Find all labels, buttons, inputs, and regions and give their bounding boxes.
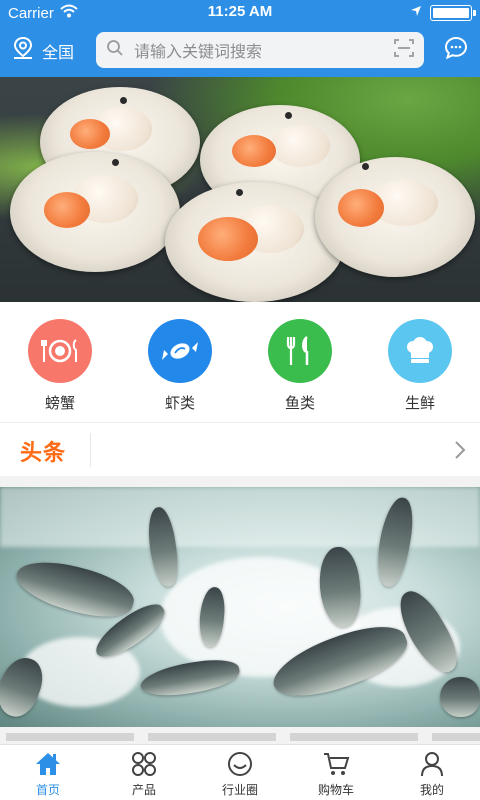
category-label: 生鲜 (404, 395, 435, 412)
app-screen: Carrier 11:25 AM 全国 请输入关键词搜索 螃蟹 虾类 鱼类 生鲜… (0, 0, 480, 800)
tab-label: 我的 (419, 783, 444, 797)
search-placeholder: 请输入关键词搜索 (134, 44, 263, 61)
category-label: 螃蟹 (44, 395, 75, 412)
category-fresh[interactable]: 生鲜 (360, 302, 480, 422)
tab-label: 行业圈 (221, 783, 258, 797)
status-bar: Carrier 11:25 AM (0, 0, 480, 24)
tab-cart[interactable]: 购物车 (288, 745, 384, 800)
location-label: 全国 (42, 44, 75, 62)
battery-icon (430, 4, 476, 21)
status-time: 11:25 AM (207, 3, 273, 20)
status-right (410, 4, 476, 21)
headline-title: 头条 (20, 440, 67, 465)
chevron-right-icon[interactable] (454, 440, 466, 465)
headline-row[interactable]: 头条 (0, 422, 480, 476)
scan-icon[interactable] (394, 38, 414, 62)
user-icon (418, 751, 446, 782)
fork-knife-icon (268, 319, 332, 383)
map-pin-icon (12, 36, 34, 65)
chef-hat-icon (388, 319, 452, 383)
home-icon (34, 751, 62, 782)
category-fish[interactable]: 鱼类 (240, 302, 360, 422)
category-label: 虾类 (164, 395, 195, 412)
divider (90, 433, 91, 467)
tab-home[interactable]: 首页 (0, 745, 96, 800)
category-crab[interactable]: 螃蟹 (0, 302, 120, 422)
tab-products[interactable]: 产品 (96, 745, 192, 800)
category-row: 螃蟹 虾类 鱼类 生鲜 (0, 302, 480, 422)
tab-label: 首页 (35, 783, 60, 797)
news-thumbnails (0, 733, 480, 741)
location-arrow-icon (410, 4, 422, 21)
search-input[interactable]: 请输入关键词搜索 (96, 32, 424, 68)
smile-circle-icon (226, 751, 254, 782)
fish-image[interactable] (0, 487, 480, 727)
message-button[interactable] (444, 36, 468, 65)
tab-label: 购物车 (317, 783, 354, 797)
chat-bubble-icon (444, 36, 468, 64)
tab-bar: 首页 产品 行业圈 购物车 我的 (0, 744, 480, 800)
nav-row: 全国 请输入关键词搜索 (0, 32, 480, 70)
tab-mine[interactable]: 我的 (384, 745, 480, 800)
location-selector[interactable]: 全国 (12, 36, 74, 65)
plate-cutlery-icon (28, 319, 92, 383)
banner-image[interactable] (0, 77, 480, 302)
category-label: 鱼类 (284, 395, 315, 412)
tab-industry[interactable]: 行业圈 (192, 745, 288, 800)
search-icon (106, 39, 124, 62)
tab-label: 产品 (131, 783, 156, 797)
grid-icon (130, 751, 158, 782)
candy-icon (148, 319, 212, 383)
top-bar: Carrier 11:25 AM 全国 请输入关键词搜索 (0, 0, 480, 77)
cart-icon (322, 751, 350, 782)
category-shrimp[interactable]: 虾类 (120, 302, 240, 422)
